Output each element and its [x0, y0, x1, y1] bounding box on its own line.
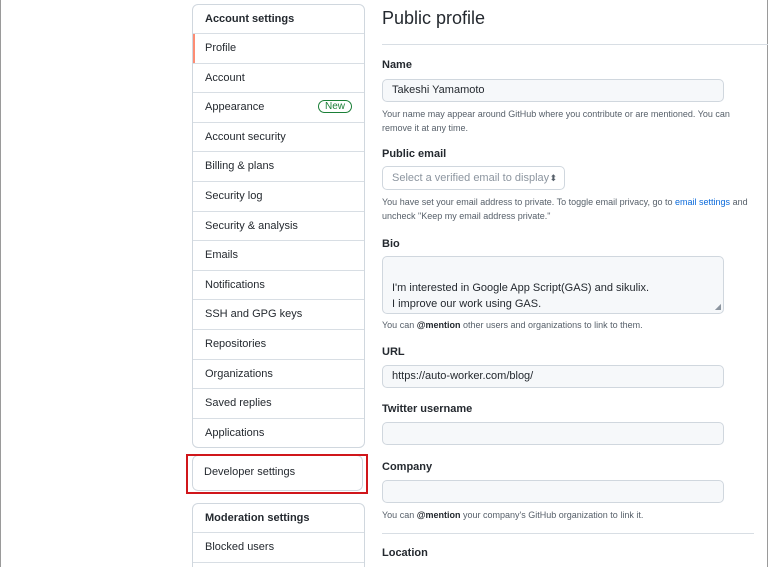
developer-settings-menu: Developer settings: [192, 455, 363, 491]
sidebar-item-label: Security & analysis: [205, 219, 298, 232]
sidebar-item-label: Notifications: [205, 278, 265, 291]
sidebar-item-billing-plans[interactable]: Billing & plans: [193, 152, 364, 182]
public-email-select[interactable]: Select a verified email to display ⬍: [382, 166, 565, 190]
sidebar-item-blocked-users[interactable]: Blocked users: [193, 533, 364, 563]
email-note-text: You have set your email address to priva…: [382, 197, 673, 207]
public-email-note: You have set your email address to priva…: [382, 195, 752, 223]
company-note-suffix: your company's GitHub organization to li…: [463, 510, 644, 520]
bio-note-suffix: other users and organizations to link to…: [463, 320, 643, 330]
sidebar-item-ssh-gpg-keys[interactable]: SSH and GPG keys: [193, 300, 364, 330]
sidebar-item-applications[interactable]: Applications: [193, 419, 364, 447]
sidebar-item-label: Account: [205, 71, 245, 84]
moderation-settings-heading: Moderation settings: [193, 504, 364, 533]
bio-textarea[interactable]: I'm interested in Google App Script(GAS)…: [382, 256, 724, 314]
location-label: Location: [382, 547, 428, 559]
moderation-settings-menu: Moderation settings Blocked users: [192, 503, 365, 567]
public-email-select-value: Select a verified email to display: [392, 172, 550, 184]
sidebar-item-account[interactable]: Account: [193, 64, 364, 94]
sidebar-item-label: Blocked users: [205, 541, 275, 553]
name-note: Your name may appear around GitHub where…: [382, 109, 730, 133]
sidebar-item-label: SSH and GPG keys: [205, 308, 303, 321]
title-divider: [382, 44, 768, 45]
company-note: You can @mention your company's GitHub o…: [382, 508, 752, 522]
sidebar-item-saved-replies[interactable]: Saved replies: [193, 389, 364, 419]
twitter-username-input[interactable]: [382, 422, 724, 445]
company-note-prefix: You can: [382, 510, 415, 520]
sidebar-item-notifications[interactable]: Notifications: [193, 271, 364, 301]
sidebar-item-organizations[interactable]: Organizations: [193, 360, 364, 390]
sidebar-item-label: Profile: [205, 42, 237, 54]
sidebar-item-account-security[interactable]: Account security: [193, 123, 364, 153]
url-input[interactable]: https://auto-worker.com/blog/: [382, 365, 724, 388]
sidebar-item-label: Security log: [205, 189, 263, 202]
developer-settings-box: [192, 455, 363, 491]
sidebar-item-label: Applications: [205, 426, 265, 439]
sidebar-item-label: Billing & plans: [205, 160, 275, 173]
sidebar-item-emails[interactable]: Emails: [193, 241, 364, 271]
sidebar-item-label: Emails: [205, 249, 239, 262]
account-settings-menu: Account settings Profile Account Appeara…: [192, 4, 365, 448]
sidebar-item-label: Appearance: [205, 101, 265, 114]
section-divider: [382, 533, 754, 534]
sidebar-item-security-analysis[interactable]: Security & analysis: [193, 212, 364, 242]
sidebar-item-appearance[interactable]: Appearance New: [193, 93, 364, 123]
company-input[interactable]: [382, 480, 724, 503]
select-caret-icon: ⬍: [549, 173, 557, 183]
company-note-mention: @mention: [416, 510, 461, 520]
bio-label: Bio: [382, 238, 400, 250]
public-email-label: Public email: [382, 148, 447, 160]
sidebar-item-label: Account security: [205, 130, 286, 143]
account-settings-heading: Account settings: [193, 5, 364, 34]
name-label: Name: [382, 59, 412, 71]
bio-text: I'm interested in Google App Script(GAS)…: [392, 282, 650, 310]
sidebar-item-repositories[interactable]: Repositories: [193, 330, 364, 360]
twitter-username-label: Twitter username: [382, 403, 473, 415]
sidebar-item-security-log[interactable]: Security log: [193, 182, 364, 212]
sidebar-item-label: Repositories: [205, 337, 267, 350]
email-settings-link[interactable]: email settings: [675, 197, 730, 207]
bio-note-prefix: You can: [382, 320, 415, 330]
new-badge: New: [317, 100, 352, 114]
page-title: Public profile: [382, 8, 486, 28]
bio-note-mention: @mention: [416, 320, 461, 330]
bio-note: You can @mention other users and organiz…: [382, 318, 752, 332]
sidebar-item-label: Organizations: [205, 367, 273, 380]
url-label: URL: [382, 346, 405, 358]
company-label: Company: [382, 461, 433, 473]
sidebar-item-label: Saved replies: [205, 397, 272, 410]
resize-handle-icon[interactable]: ◢: [715, 303, 721, 311]
sidebar-item-profile[interactable]: Profile: [193, 34, 364, 64]
name-input[interactable]: Takeshi Yamamoto: [382, 79, 724, 102]
